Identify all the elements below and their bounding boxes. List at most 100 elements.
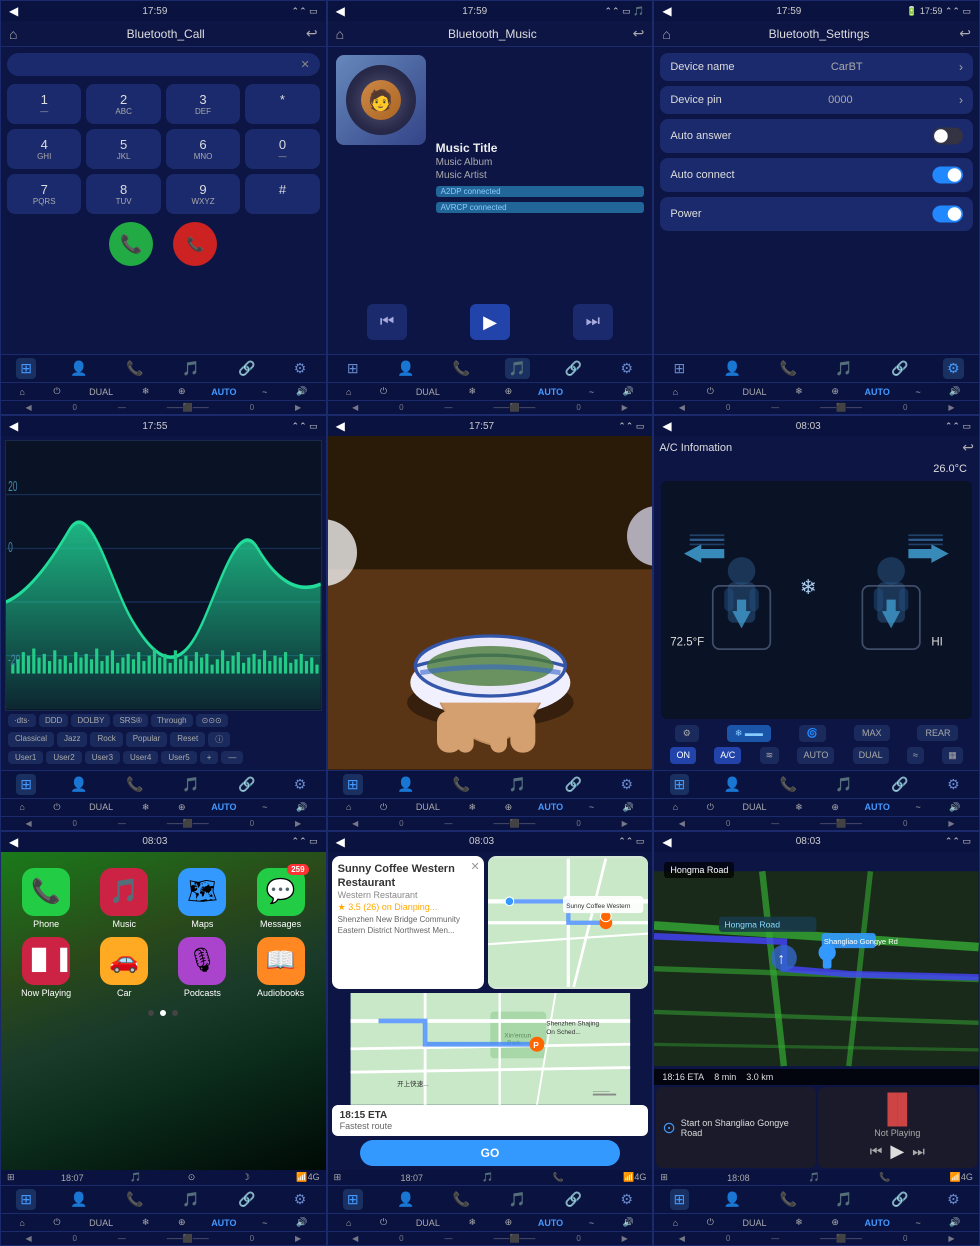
ac-defrost-btn[interactable]: ≈ (907, 747, 924, 764)
cl-arrow-r7[interactable]: ▶ (295, 1234, 301, 1243)
call-answer-button[interactable]: 📞 (109, 222, 153, 266)
climate-ac-4[interactable]: ❄ (139, 801, 153, 814)
nav-tab-music-1[interactable]: 🎵 (178, 358, 203, 379)
nav-tab-home-4[interactable]: ⊞ (16, 774, 36, 795)
nav-tab-settings-7[interactable]: ⚙ (290, 1189, 311, 1210)
back-btn-2[interactable]: ↩ (633, 25, 645, 42)
nav-tab-settings-1[interactable]: ⚙ (290, 358, 311, 379)
nav-tab-phone-8[interactable]: 📞 (449, 1189, 474, 1210)
nav-tab-home-8[interactable]: ⊞ (343, 1189, 363, 1210)
back-arrow-6[interactable]: ◀ (662, 419, 671, 433)
eq-user3[interactable]: User3 (85, 751, 120, 764)
climate-home-2[interactable]: ⌂ (343, 386, 354, 398)
nav2-play-btn[interactable]: ▶ (890, 1141, 904, 1162)
cl-arrow-l5[interactable]: ◀ (352, 819, 358, 828)
ac-auto-btn[interactable]: AUTO (797, 747, 834, 764)
climate-dual-1[interactable]: DUAL (86, 386, 116, 398)
key-9[interactable]: 9WXYZ (166, 174, 240, 214)
nav-tab-contacts-7[interactable]: 👤 (66, 1189, 91, 1210)
key-3[interactable]: 3DEF (166, 84, 240, 124)
climate-vol-4[interactable]: 🔊 (293, 801, 310, 814)
climate-wind-5[interactable]: ~ (586, 801, 597, 813)
nav-tab-link-5[interactable]: 🔗 (561, 774, 586, 795)
map-full[interactable]: Xin'ercun Park P Shenzhen Shajing On Sch… (332, 993, 649, 1105)
climate-wind-6[interactable]: ~ (913, 801, 924, 813)
nav-tab-phone-4[interactable]: 📞 (122, 774, 147, 795)
setting-device-pin[interactable]: Device pin 0000 › (660, 86, 973, 114)
ac-fan-btn[interactable]: 🌀 (799, 725, 826, 742)
back-arrow-1[interactable]: ◀ (9, 4, 18, 18)
climate-wind-8[interactable]: ~ (586, 1217, 597, 1229)
setting-device-name[interactable]: Device name CarBT › (660, 53, 973, 81)
nav-tab-home-7[interactable]: ⊞ (16, 1189, 36, 1210)
cl-arrow-r3[interactable]: ▶ (948, 403, 954, 412)
climate-power-3[interactable]: ⏻ (704, 385, 717, 398)
climate-dual-2[interactable]: DUAL (413, 386, 443, 398)
nav-tab-music-4[interactable]: 🎵 (178, 774, 203, 795)
cp-menu-icon[interactable]: ⊞ (7, 1172, 15, 1183)
nav-tab-music-2[interactable]: 🎵 (505, 358, 530, 379)
eq-srs[interactable]: SRS® (113, 714, 147, 727)
app-messages[interactable]: 💬 259 Messages (245, 868, 315, 929)
dot-3[interactable] (172, 1010, 178, 1016)
climate-power-7[interactable]: ⏻ (50, 1216, 63, 1229)
key-hash[interactable]: # (245, 174, 319, 214)
nav-tab-contacts-3[interactable]: 👤 (720, 358, 745, 379)
eq-classical[interactable]: Classical (8, 732, 54, 747)
nav-tab-settings-6[interactable]: ⚙ (943, 774, 964, 795)
climate-ac-1[interactable]: ❄ (139, 385, 153, 398)
nav-tab-contacts-4[interactable]: 👤 (66, 774, 91, 795)
cl-arrow-l4[interactable]: ◀ (25, 819, 31, 828)
nav2-prev-btn[interactable]: ⏮ (870, 1143, 883, 1160)
app-maps[interactable]: 🗺 Maps (167, 868, 237, 929)
climate-wind-2[interactable]: ~ (586, 386, 597, 398)
ac-max-btn[interactable]: MAX (854, 725, 890, 741)
nav2-phone-icon[interactable]: 📞 (879, 1172, 890, 1183)
messages-app-icon[interactable]: 💬 259 (257, 868, 305, 916)
nav2-menu-icon[interactable]: ⊞ (660, 1172, 668, 1183)
climate-dual-5[interactable]: DUAL (413, 801, 443, 813)
climate-power-8[interactable]: ⏻ (377, 1216, 390, 1229)
climate-power-6[interactable]: ⏻ (704, 801, 717, 814)
cl-arrow-l3[interactable]: ◀ (679, 403, 685, 412)
next-button[interactable]: ⏭ (573, 304, 613, 340)
cp-music-icon[interactable]: 🎵 (130, 1172, 141, 1183)
nav-tab-phone-2[interactable]: 📞 (449, 358, 474, 379)
climate-fan-9[interactable]: ⊕ (828, 1216, 842, 1229)
nav-tab-phone-6[interactable]: 📞 (776, 774, 801, 795)
ac-settings-btn[interactable]: ⚙ (675, 725, 699, 742)
search-box[interactable]: ✕ (7, 53, 320, 76)
climate-vol-2[interactable]: 🔊 (620, 385, 637, 398)
home-icon-2[interactable]: ⌂ (336, 26, 344, 42)
eq-remove[interactable]: — (221, 751, 243, 764)
app-audiobooks[interactable]: 📖 Audiobooks (245, 937, 315, 998)
eq-ooo[interactable]: ⊙⊙⊙ (196, 714, 228, 727)
app-car[interactable]: 🚗 Car (89, 937, 159, 998)
climate-ac-5[interactable]: ❄ (465, 801, 479, 814)
back-arrow-8[interactable]: ◀ (336, 835, 345, 849)
nav-tab-contacts-6[interactable]: 👤 (720, 774, 745, 795)
key-0[interactable]: 0— (245, 129, 319, 169)
climate-fan-3[interactable]: ⊕ (828, 385, 842, 398)
now-playing-app-icon[interactable]: ▐▌▐ (22, 937, 70, 985)
nav-tab-contacts-5[interactable]: 👤 (393, 774, 418, 795)
climate-fan-7[interactable]: ⊕ (175, 1216, 189, 1229)
back-arrow-5[interactable]: ◀ (336, 419, 345, 433)
ac-back-button[interactable]: ↩ (962, 439, 974, 456)
cl-arrow-l8[interactable]: ◀ (352, 1234, 358, 1243)
nav-tab-link-8[interactable]: 🔗 (561, 1189, 586, 1210)
nav-tab-settings-8[interactable]: ⚙ (617, 1189, 638, 1210)
cl-arrow-r9[interactable]: ▶ (948, 1234, 954, 1243)
maps-app-icon[interactable]: 🗺 (178, 868, 226, 916)
key-8[interactable]: 8TUV (86, 174, 160, 214)
nav-tab-contacts-2[interactable]: 👤 (393, 358, 418, 379)
nav-tab-music-8[interactable]: 🎵 (505, 1189, 530, 1210)
prev-button[interactable]: ⏮ (367, 304, 407, 340)
cp-circle-icon[interactable]: ⊙ (188, 1172, 196, 1183)
climate-home-1[interactable]: ⌂ (16, 386, 27, 398)
climate-ac-7[interactable]: ❄ (139, 1216, 153, 1229)
back-arrow-4[interactable]: ◀ (9, 419, 18, 433)
climate-wind-3[interactable]: ~ (913, 386, 924, 398)
eq-ddd[interactable]: DDD (39, 714, 68, 727)
poi-close-btn[interactable]: ✕ (470, 860, 479, 873)
